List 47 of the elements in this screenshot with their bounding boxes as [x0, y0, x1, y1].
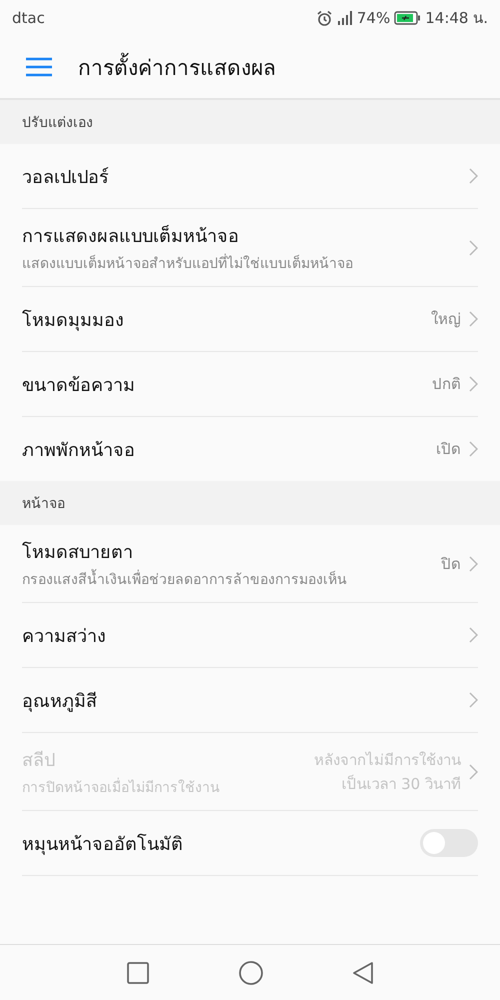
setting-label: หมุนหน้าจออัตโนมัติ	[22, 832, 184, 857]
settings-row[interactable]: การแสดงผลแบบเต็มหน้าจอ แสดงแบบเต็มหน้าจอสำหรับแอปที่ไม่ใช่แบบเต็มหน้าจอ	[22, 209, 478, 287]
battery-percent: 74%	[356, 9, 390, 27]
settings-row[interactable]: วอลเปเปอร์	[22, 144, 478, 209]
setting-value: ใหญ่	[431, 309, 461, 330]
section-header: ปรับแต่งเอง	[22, 114, 93, 133]
page-title: การตั้งค่าการแสดงผล	[78, 50, 276, 84]
chevron-right-icon	[469, 556, 478, 572]
setting-label: ความสว่าง	[22, 624, 107, 648]
carrier-name: dtac	[12, 9, 45, 27]
setting-label: โหมดสบายตา	[22, 540, 134, 565]
alarm-clock-icon	[316, 10, 333, 26]
battery-charging-icon	[394, 11, 422, 25]
setting-value: เปิด	[436, 439, 461, 460]
settings-row[interactable]: หมุนหน้าจออัตโนมัติ	[22, 811, 478, 875]
setting-description: กรองแสงสีน้ำเงินเพื่อช่วยลดอาการล้าของการมองเห็น	[22, 568, 433, 590]
chevron-right-icon	[469, 441, 478, 457]
chevron-right-icon	[469, 168, 478, 184]
setting-value: ปิด	[441, 554, 461, 574]
setting-label: การแสดงผลแบบเต็มหน้าจอ	[22, 224, 240, 249]
settings-row[interactable]: อุณหภูมิสี	[22, 668, 478, 733]
home-icon[interactable]	[239, 960, 263, 984]
chevron-right-icon	[469, 692, 478, 708]
back-icon[interactable]	[353, 962, 373, 984]
settings-row[interactable]: ภาพพักหน้าจอ เปิด	[22, 417, 478, 481]
settings-row[interactable]: ขนาดข้อความ ปกติ	[22, 352, 478, 417]
recent-apps-icon[interactable]	[127, 962, 149, 984]
signal-icon	[336, 11, 353, 25]
setting-value: ปกติ	[432, 374, 461, 395]
clock-time: 14:48 น.	[425, 8, 488, 29]
settings-row[interactable]: ความสว่าง	[22, 603, 478, 668]
setting-label: วอลเปเปอร์	[22, 166, 110, 190]
menu-icon[interactable]	[26, 57, 52, 77]
setting-label: อุณหภูมิสี	[22, 690, 98, 714]
settings-row[interactable]: โหมดมุมมอง ใหญ่	[22, 287, 478, 352]
setting-description: แสดงแบบเต็มหน้าจอสำหรับแอปที่ไม่ใช่แบบเต็มหน้าจอ	[22, 252, 461, 274]
chevron-right-icon	[469, 627, 478, 643]
chevron-right-icon	[469, 764, 478, 780]
section-header: หน้าจอ	[22, 495, 65, 514]
chevron-right-icon	[469, 376, 478, 392]
settings-row[interactable]: โหมดสบายตา กรองแสงสีน้ำเงินเพื่อช่วยลดอาการล้าของการมองเห็น ปิด	[22, 525, 478, 603]
toggle-switch[interactable]	[420, 829, 478, 857]
chevron-right-icon	[469, 311, 478, 327]
setting-label: โหมดมุมมอง	[22, 308, 125, 333]
setting-label: ภาพพักหน้าจอ	[22, 438, 136, 462]
setting-label: ขนาดข้อความ	[22, 374, 136, 398]
chevron-right-icon	[469, 240, 478, 256]
